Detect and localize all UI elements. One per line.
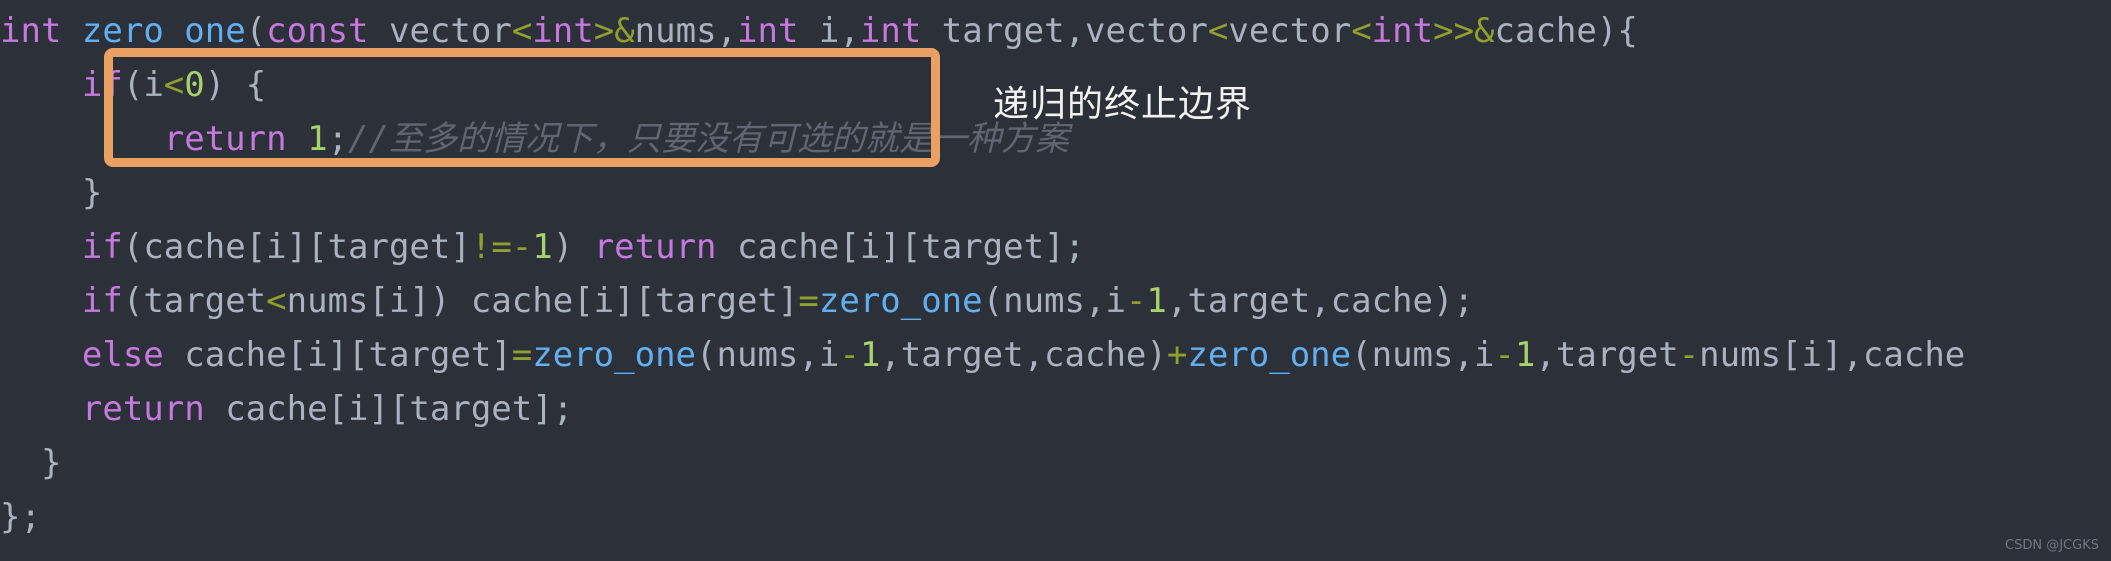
code-token: < (266, 281, 287, 321)
annotation-label: 递归的终止边界 (993, 84, 1253, 125)
code-token: return (163, 119, 287, 159)
code-token: ,target,cache); (1166, 281, 1474, 321)
code-token: - (839, 335, 860, 375)
code-token: (cache[i][target] (122, 227, 471, 267)
watermark-text: CSDN @JCGKS (2005, 538, 2099, 553)
code-token: ; (327, 119, 349, 159)
code-token: ,target,cache) (880, 335, 1167, 375)
code-token: nums[i]) cache[i][target] (286, 281, 799, 321)
code-token: cache[i][target]; (204, 389, 574, 429)
code-line-2[interactable]: return 1;//至多的情况下，只要没有可选的就是一种方案 (0, 112, 1069, 166)
code-token: return (593, 227, 717, 267)
code-token: int (0, 11, 62, 51)
code-token: ( (245, 11, 267, 51)
code-token: (nums,i (982, 281, 1126, 321)
code-token: int (532, 11, 594, 51)
code-token: = (511, 335, 533, 375)
code-token: zero_one (818, 281, 983, 321)
code-token: 1 (307, 119, 328, 159)
code-line-4[interactable]: if(cache[i][target]!=-1) return cache[i]… (0, 220, 1085, 274)
code-token: nums[i],cache (1699, 335, 1966, 375)
code-token: 1 (1514, 335, 1536, 375)
code-token: nums, (634, 11, 738, 51)
code-token: i, (798, 11, 860, 51)
code-token: ) { (204, 65, 267, 105)
code-token: vector (1228, 11, 1352, 51)
code-line-3[interactable]: } (0, 166, 102, 220)
code-token: target,vector (921, 11, 1208, 51)
code-token: int (737, 11, 799, 51)
code-line-9[interactable]: }; (0, 490, 41, 544)
code-token: (nums,i (1351, 335, 1495, 375)
code-token: = (798, 281, 819, 321)
code-token: cache){ (1494, 11, 1638, 51)
code-token: return (81, 389, 205, 429)
code-token: + (1166, 335, 1188, 375)
code-token: < (1207, 11, 1229, 51)
code-token: const (266, 11, 369, 51)
code-line-7[interactable]: return cache[i][target]; (0, 382, 573, 436)
code-token: if (81, 227, 123, 267)
code-token: < (163, 65, 185, 105)
code-token: } (0, 443, 62, 483)
code-token: int (1371, 11, 1434, 51)
code-token: 1 (532, 227, 553, 267)
code-token: 1 (859, 335, 881, 375)
code-token: else (81, 335, 164, 375)
code-line-8[interactable]: } (0, 436, 61, 490)
code-token: ,target (1535, 335, 1679, 375)
code-token: < (1351, 11, 1372, 51)
code-token: >& (593, 11, 635, 51)
code-line-5[interactable]: if(target<nums[i]) cache[i][target]=zero… (0, 274, 1474, 328)
code-token: !=- (470, 227, 533, 267)
code-token: 0 (184, 65, 205, 105)
code-token: (nums,i (696, 335, 840, 375)
code-token: - (1494, 335, 1515, 375)
code-line-1[interactable]: if(i<0) { (0, 58, 266, 112)
code-token: - (1125, 281, 1147, 321)
code-token: (i (122, 65, 164, 105)
code-token: zero_one (532, 335, 697, 375)
code-token: } (0, 173, 103, 213)
code-line-6[interactable]: else cache[i][target]=zero_one(nums,i-1,… (0, 328, 1965, 382)
code-token: cache[i][target] (163, 335, 512, 375)
code-token: ) (552, 227, 594, 267)
code-line-0[interactable]: int zero_one(const vector<int>&nums,int … (0, 4, 1638, 58)
code-token: - (1678, 335, 1700, 375)
code-token: >>& (1433, 11, 1495, 51)
code-token: < (511, 11, 533, 51)
code-token: int (859, 11, 922, 51)
code-token: zero_one (1187, 335, 1352, 375)
code-token: if (81, 65, 123, 105)
code-token: cache[i][target]; (716, 227, 1085, 267)
code-token: zero_one (81, 11, 246, 51)
code-token: (target (122, 281, 267, 321)
code-token: 1 (1146, 281, 1167, 321)
code-screenshot: int zero_one(const vector<int>&nums,int … (0, 0, 2111, 561)
code-token: }; (0, 497, 41, 537)
code-token: if (81, 281, 123, 321)
code-token: vector (368, 11, 512, 51)
code-token: //至多的情况下，只要没有可选的就是一种方案 (348, 119, 1069, 159)
